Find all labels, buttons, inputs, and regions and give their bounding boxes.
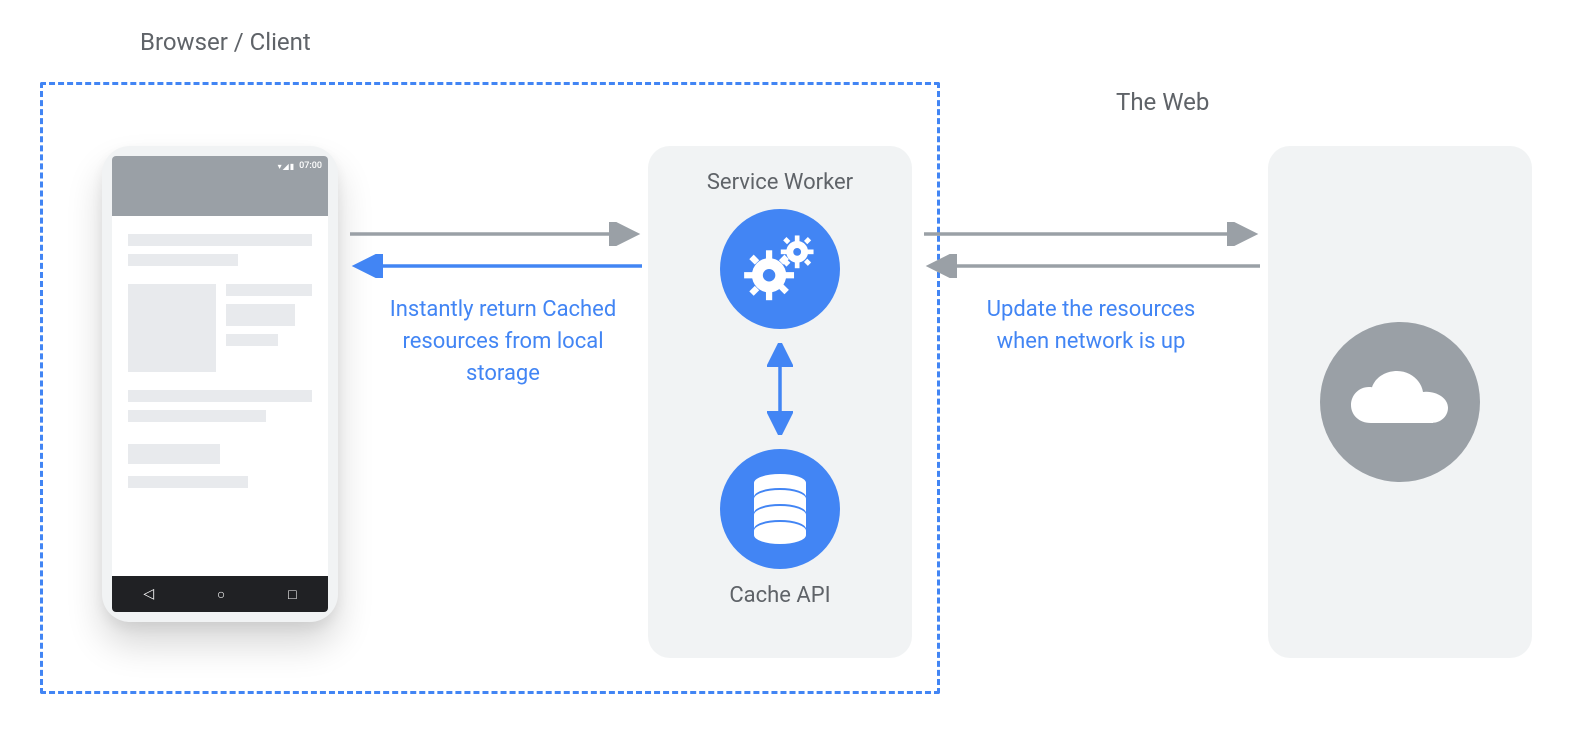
web-panel bbox=[1268, 146, 1532, 658]
placeholder-line bbox=[128, 254, 238, 266]
phone-status-bar: ▾◢▮ 07:00 bbox=[112, 156, 328, 176]
placeholder-line bbox=[226, 284, 312, 296]
placeholder-line bbox=[128, 444, 220, 464]
arrow-cached-response-icon bbox=[348, 254, 644, 278]
arrow-network-out-icon bbox=[922, 222, 1262, 246]
placeholder-image bbox=[128, 284, 216, 372]
service-worker-label: Service Worker bbox=[707, 170, 853, 195]
phone-clock: 07:00 bbox=[299, 161, 322, 171]
phone-app-bar bbox=[112, 176, 328, 216]
placeholder-line bbox=[128, 234, 312, 246]
placeholder-line bbox=[128, 410, 266, 422]
nav-home-icon: ○ bbox=[217, 586, 225, 603]
placeholder-line bbox=[128, 476, 248, 488]
caption-cached-resources: Instantly return Cached resources from l… bbox=[376, 294, 630, 390]
phone-device: ▾◢▮ 07:00 ◁ ○ □ bbox=[102, 146, 338, 622]
nav-recent-icon: □ bbox=[288, 586, 296, 603]
arrow-request-icon bbox=[348, 222, 644, 246]
service-worker-panel: Service Worker bbox=[648, 146, 912, 658]
nav-back-icon: ◁ bbox=[143, 586, 154, 602]
cache-api-label: Cache API bbox=[729, 583, 830, 608]
gears-icon bbox=[720, 209, 840, 329]
browser-client-title: Browser / Client bbox=[140, 28, 311, 56]
placeholder-line bbox=[226, 334, 278, 346]
arrow-network-in-icon bbox=[922, 254, 1262, 278]
the-web-title: The Web bbox=[1116, 88, 1209, 116]
caption-update-resources: Update the resources when network is up bbox=[986, 294, 1196, 358]
placeholder-line bbox=[128, 390, 312, 402]
cloud-icon bbox=[1320, 322, 1480, 482]
signal-icons: ▾◢▮ bbox=[278, 162, 296, 171]
phone-nav-bar: ◁ ○ □ bbox=[112, 576, 328, 612]
placeholder-line bbox=[226, 304, 295, 326]
database-icon bbox=[720, 449, 840, 569]
bidirectional-arrow-icon bbox=[767, 343, 793, 435]
phone-content bbox=[112, 216, 328, 506]
phone-screen: ▾◢▮ 07:00 ◁ ○ □ bbox=[112, 156, 328, 612]
